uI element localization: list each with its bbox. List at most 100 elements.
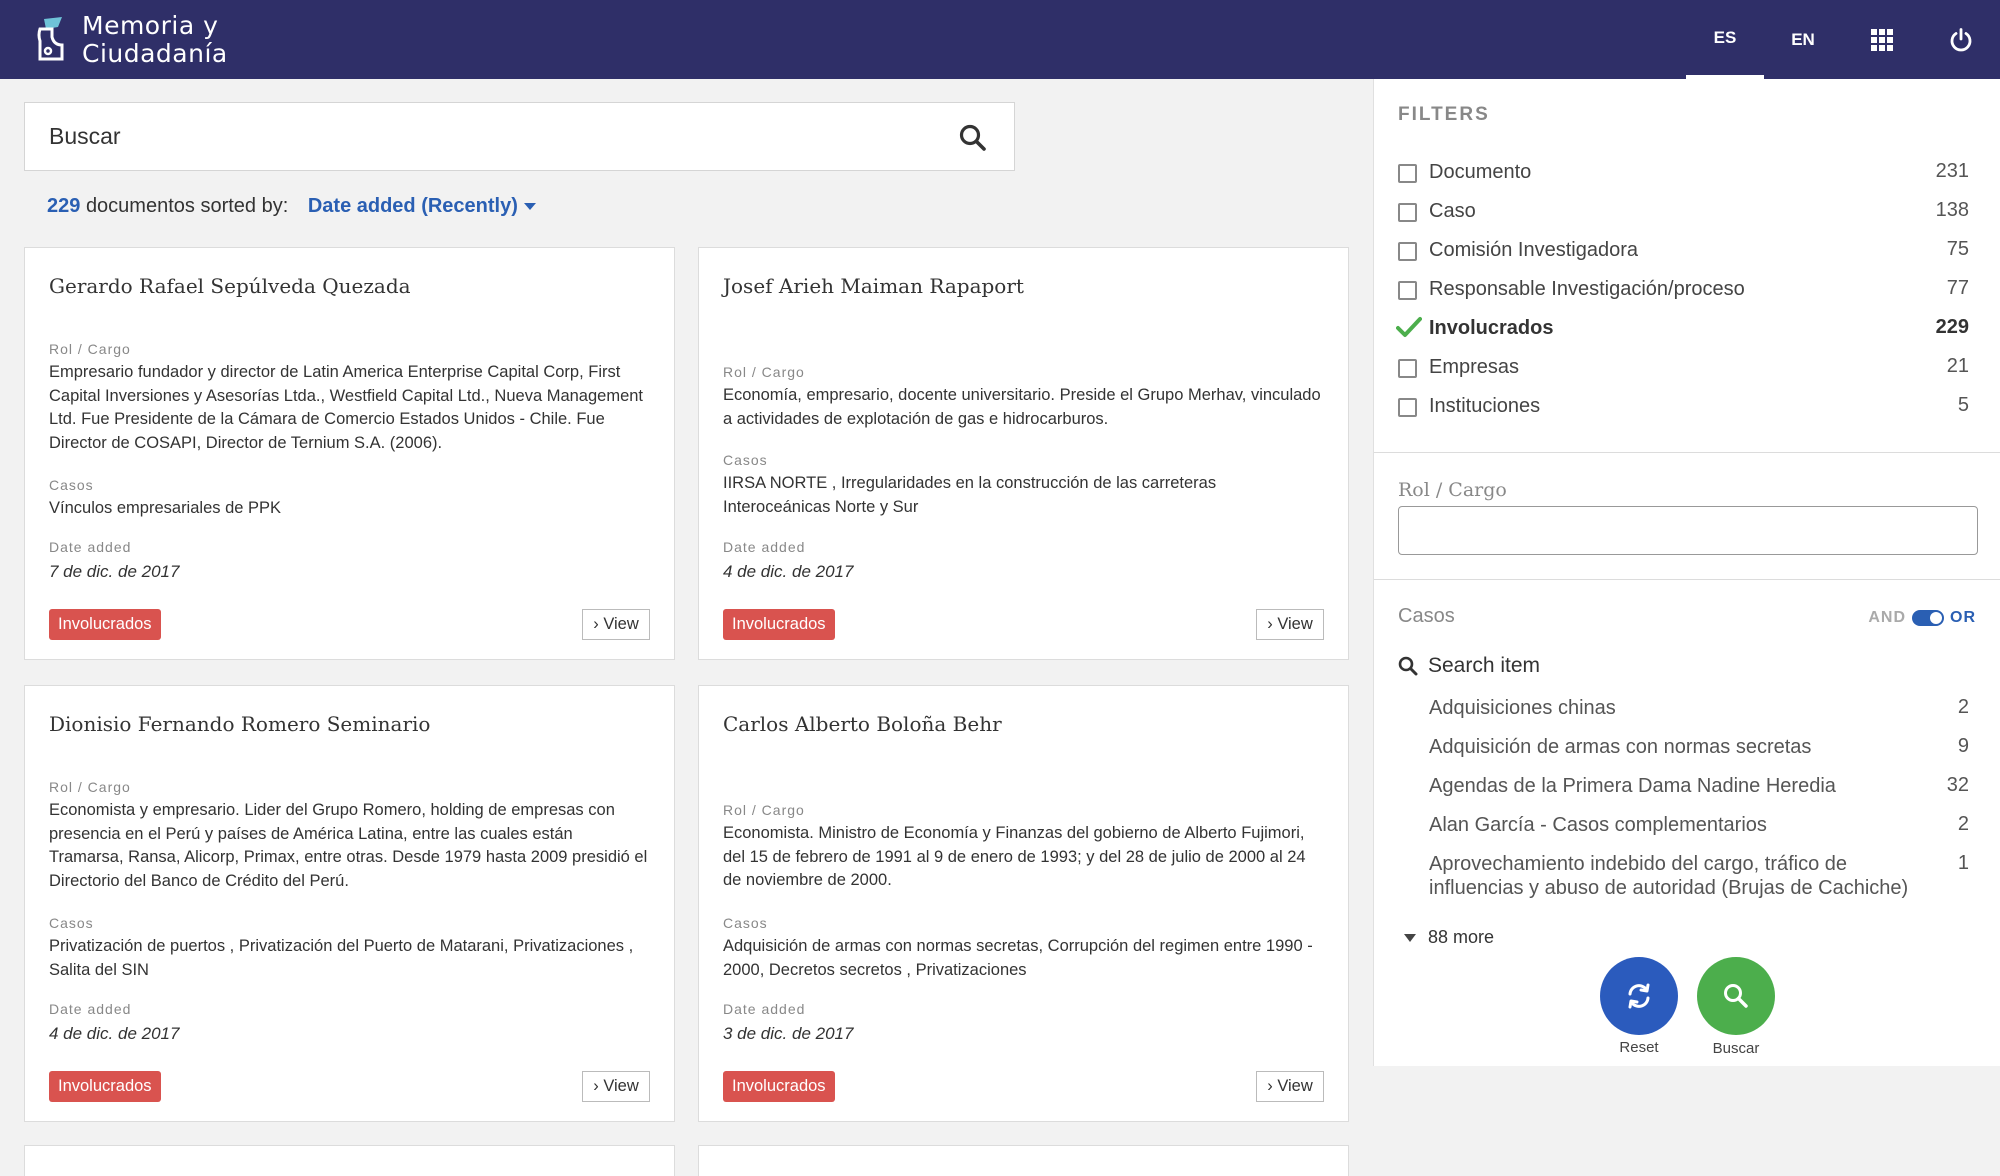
filter-label: Instituciones <box>1429 395 1541 417</box>
caso-count: 2 <box>1957 813 1969 835</box>
divider <box>1374 452 2000 453</box>
card-title[interactable]: Dionisio Fernando Romero Seminario <box>49 712 430 736</box>
date-value: 3 de dic. de 2017 <box>723 1024 854 1043</box>
filter-label: Involucrados <box>1429 317 1554 339</box>
checkbox[interactable] <box>1398 359 1417 378</box>
date-label: Date added <box>49 539 132 555</box>
casos-value: Adquisición de armas con normas secretas… <box>723 937 1313 979</box>
view-label: View <box>603 615 639 633</box>
caso-label: Agendas de la Primera Dama Nadine Heredi… <box>1429 775 1836 797</box>
card-title[interactable]: Carlos Alberto Boloña Behr <box>723 712 1002 736</box>
lang-en-tab[interactable]: EN <box>1764 0 1842 79</box>
rol-value: Economista y empresario. Lider del Grupo… <box>49 801 648 890</box>
search-icon[interactable] <box>958 123 988 153</box>
caret-down-icon <box>1404 933 1416 942</box>
and-or-toggle[interactable]: AND OR <box>1868 609 1976 627</box>
casos-label: Casos <box>723 452 768 468</box>
caso-filter-item[interactable]: Aprovechamiento indebido del cargo, tráf… <box>1429 852 1969 900</box>
filters-title: FILTERS <box>1398 104 1490 125</box>
search-input[interactable] <box>25 103 925 170</box>
caso-label: Aprovechamiento indebido del cargo, tráf… <box>1429 853 1909 899</box>
lang-es-tab[interactable]: ES <box>1686 0 1764 79</box>
rol-label: Rol / Cargo <box>723 364 805 380</box>
rol-value: Economía, empresario, docente universita… <box>723 386 1321 428</box>
nav-menu: ES EN <box>1686 0 2000 79</box>
view-button[interactable]: › View <box>1256 609 1324 640</box>
checkbox[interactable] <box>1398 203 1417 222</box>
filter-count: 231 <box>1935 160 1969 182</box>
caso-filter-item[interactable]: Agendas de la Primera Dama Nadine Heredi… <box>1429 774 1969 798</box>
filter-count: 77 <box>1946 277 1969 299</box>
filter-involucrados[interactable]: Involucrados 229 <box>1396 314 1969 344</box>
divider <box>1374 579 2000 580</box>
grid-icon <box>1870 28 1893 51</box>
rol-value: Economista. Ministro de Economía y Finan… <box>723 824 1306 889</box>
view-button[interactable]: › View <box>1256 1071 1324 1102</box>
caso-filter-item[interactable]: Alan García - Casos complementarios 2 <box>1429 813 1969 837</box>
filter-label: Responsable Investigación/proceso <box>1429 278 1745 300</box>
view-button[interactable]: › View <box>582 1071 650 1102</box>
filter-caso[interactable]: Caso 138 <box>1398 197 1969 227</box>
filter-label: Documento <box>1429 161 1532 183</box>
search-item-label: Search item <box>1428 654 1541 677</box>
and-label: AND <box>1868 609 1906 626</box>
casos-value: Vínculos empresariales de PPK <box>49 499 282 517</box>
view-label: View <box>1277 615 1313 633</box>
rol-label: Rol / Cargo <box>49 341 131 357</box>
rol-filter-label: Rol / Cargo <box>1398 479 1507 501</box>
checkbox[interactable] <box>1398 242 1417 261</box>
checkmark-icon[interactable] <box>1396 314 1422 340</box>
checkbox[interactable] <box>1398 398 1417 417</box>
show-more-button[interactable]: 88 more <box>1404 927 1494 948</box>
casos-label: Casos <box>49 477 94 493</box>
logout-button[interactable] <box>1921 0 2000 79</box>
checkbox[interactable] <box>1398 164 1417 183</box>
buscar-button[interactable] <box>1697 957 1775 1035</box>
logo-line1: Memoria y <box>82 11 219 40</box>
caso-count: 1 <box>1957 852 1969 874</box>
result-card <box>698 1145 1349 1176</box>
power-icon <box>1950 27 1971 51</box>
caso-count: 32 <box>1946 774 1969 796</box>
filter-documento[interactable]: Documento 231 <box>1398 158 1969 188</box>
reset-button[interactable] <box>1600 957 1678 1035</box>
search-icon <box>1724 984 1748 1008</box>
result-card: Josef Arieh Maiman Rapaport Rol / Cargo … <box>698 247 1349 660</box>
caso-filter-item[interactable]: Adquisiciones chinas 2 <box>1429 696 1969 720</box>
type-badge: Involucrados <box>49 1071 161 1102</box>
view-label: View <box>1277 1077 1313 1095</box>
results-count-suffix: documentos sorted by: <box>85 195 289 217</box>
card-title[interactable]: Gerardo Rafael Sepúlveda Quezada <box>49 274 411 298</box>
filters-sidebar: FILTERS Documento 231 Caso 138 Comisión … <box>1373 79 2000 1066</box>
rol-value: Empresario fundador y director de Latin … <box>49 363 644 452</box>
result-card: Gerardo Rafael Sepúlveda Quezada Rol / C… <box>24 247 675 660</box>
result-card: Dionisio Fernando Romero Seminario Rol /… <box>24 685 675 1122</box>
logo-icon <box>37 17 64 61</box>
casos-label: Casos <box>49 915 94 931</box>
filter-comision-investigadora[interactable]: Comisión Investigadora 75 <box>1398 236 1969 266</box>
top-navbar: Memoria y Ciudadanía ES EN <box>0 0 2000 79</box>
filter-count: 5 <box>1957 394 1969 416</box>
casos-label: Casos <box>723 915 768 931</box>
rol-filter-input[interactable] <box>1398 506 1978 555</box>
checkbox[interactable] <box>1398 281 1417 300</box>
filter-responsable[interactable]: Responsable Investigación/proceso 77 <box>1398 275 1969 305</box>
date-value: 4 de dic. de 2017 <box>723 562 854 581</box>
results-count: 229 <box>47 195 81 217</box>
view-button[interactable]: › View <box>582 609 650 640</box>
card-title[interactable]: Josef Arieh Maiman Rapaport <box>723 274 1024 298</box>
caso-count: 9 <box>1957 735 1969 757</box>
apps-grid-button[interactable] <box>1842 0 1921 79</box>
logo[interactable]: Memoria y Ciudadanía <box>34 12 228 68</box>
filter-count: 21 <box>1946 355 1969 377</box>
type-badge: Involucrados <box>723 609 835 640</box>
search-item-button[interactable]: Search item <box>1398 651 1540 681</box>
toggle-switch[interactable] <box>1912 610 1944 626</box>
sort-dropdown[interactable]: Date added (Recently) <box>308 195 536 217</box>
filter-instituciones[interactable]: Instituciones 5 <box>1398 392 1969 422</box>
caso-count: 2 <box>1957 696 1969 718</box>
type-badge: Involucrados <box>723 1071 835 1102</box>
caso-filter-item[interactable]: Adquisición de armas con normas secretas… <box>1429 735 1969 759</box>
filter-empresas[interactable]: Empresas 21 <box>1398 353 1969 383</box>
search-icon <box>1398 656 1418 676</box>
